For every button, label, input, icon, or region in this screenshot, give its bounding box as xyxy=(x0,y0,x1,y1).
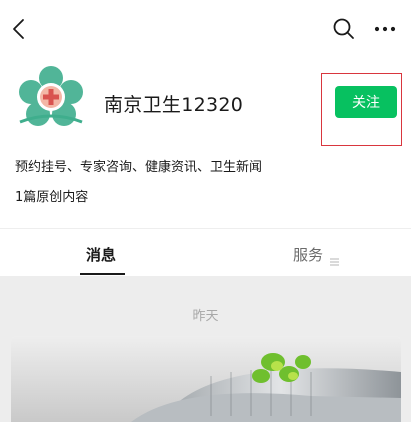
active-tab-indicator xyxy=(80,273,125,275)
account-avatar[interactable] xyxy=(14,64,88,140)
article-cover-image xyxy=(11,336,401,422)
tab-messages[interactable]: 消息 xyxy=(86,244,116,265)
top-bar xyxy=(0,0,411,58)
account-description: 预约挂号、专家咨询、健康资讯、卫生新闻 xyxy=(15,160,263,175)
menu-icon[interactable] xyxy=(330,251,339,266)
account-name: 南京卫生12320 xyxy=(104,94,244,116)
original-content-count: 1篇原创内容 xyxy=(15,190,89,205)
section-divider xyxy=(0,228,411,229)
tab-services[interactable]: 服务 xyxy=(293,244,323,265)
feed-date-label: 昨天 xyxy=(192,309,219,324)
search-icon[interactable] xyxy=(332,17,356,41)
ellipsis-icon[interactable] xyxy=(373,19,397,39)
article-card[interactable] xyxy=(11,336,401,422)
follow-button[interactable]: 关注 xyxy=(335,86,397,118)
back-icon[interactable] xyxy=(10,16,30,42)
